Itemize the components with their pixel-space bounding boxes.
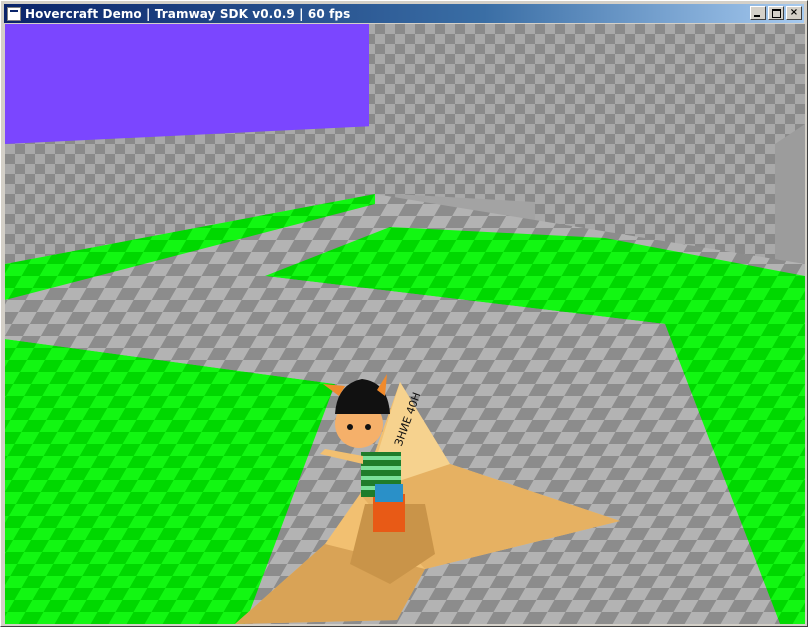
app-window: Hovercraft Demo | Tramway SDK v0.0.9 | 6… xyxy=(0,0,808,627)
app-window-icon[interactable] xyxy=(7,6,21,21)
minimize-button[interactable] xyxy=(750,6,766,20)
title-bar[interactable]: Hovercraft Demo | Tramway SDK v0.0.9 | 6… xyxy=(4,4,804,23)
maximize-button[interactable] xyxy=(768,6,784,20)
game-viewport[interactable]: ЗНИЕ 40Н xyxy=(5,24,805,624)
window-controls: × xyxy=(748,6,802,20)
window-title: Hovercraft Demo | Tramway SDK v0.0.9 | 6… xyxy=(25,6,351,21)
scene-canvas: ЗНИЕ 40Н xyxy=(5,24,805,624)
close-button[interactable]: × xyxy=(786,6,802,20)
